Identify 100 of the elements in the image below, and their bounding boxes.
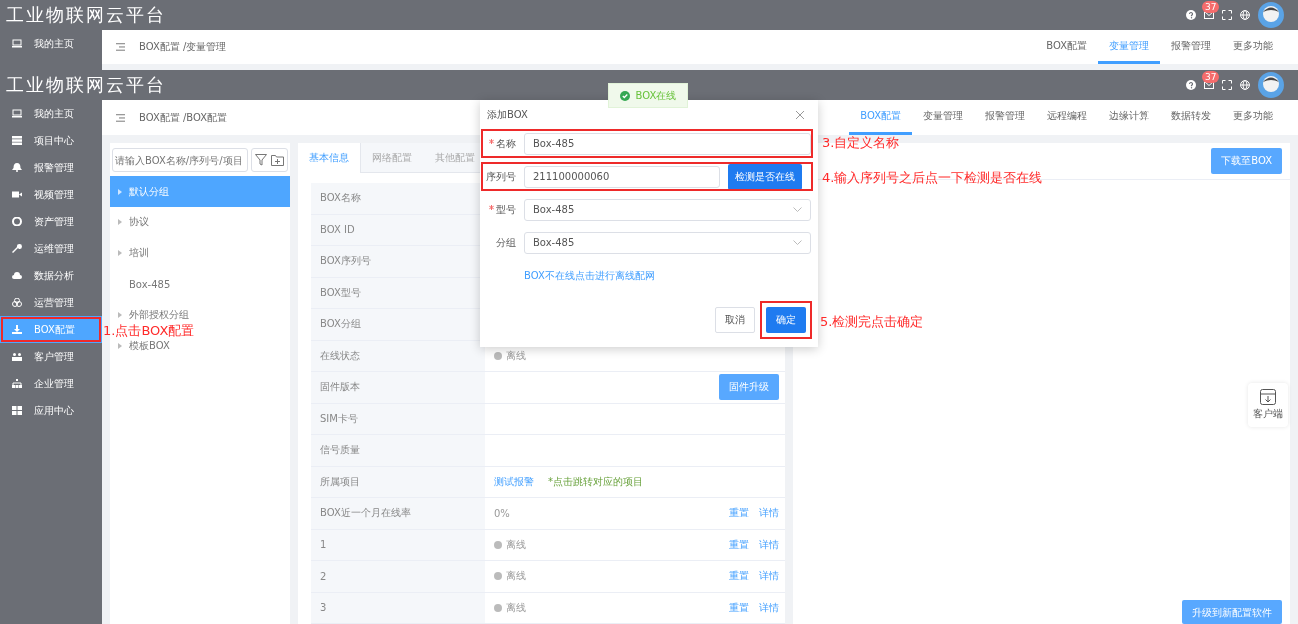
action-link[interactable]: 重置 bbox=[729, 506, 749, 521]
sidebar-item[interactable]: 资产管理 bbox=[0, 208, 102, 235]
field-label: 分组 bbox=[496, 235, 516, 250]
sidebar-item[interactable]: 企业管理 bbox=[0, 370, 102, 397]
nav-tab[interactable]: BOX配置 bbox=[849, 100, 912, 135]
laptop-icon bbox=[12, 109, 22, 118]
help-icon[interactable] bbox=[1186, 10, 1196, 20]
grid-icon bbox=[12, 406, 22, 415]
card-tab[interactable]: 基本信息 bbox=[298, 143, 361, 173]
row-label: SIM卡号 bbox=[311, 403, 485, 434]
help-icon[interactable] bbox=[1186, 80, 1196, 90]
select-field[interactable]: Box-485 bbox=[524, 231, 811, 254]
row-label: 在线状态 bbox=[311, 340, 485, 371]
tree-item[interactable]: 模板BOX bbox=[110, 339, 170, 353]
status-dot-icon bbox=[494, 351, 502, 360]
success-toast: BOX在线 bbox=[608, 83, 688, 108]
filter-icon[interactable] bbox=[255, 154, 267, 166]
action-link[interactable]: 详情 bbox=[759, 537, 779, 552]
offline-config-link[interactable]: BOX不在线点击进行离线配网 bbox=[524, 269, 812, 283]
serial-field[interactable]: 211100000060 bbox=[524, 165, 720, 188]
nav-tab[interactable]: 远程编程 bbox=[1036, 100, 1098, 135]
mail-icon[interactable] bbox=[1204, 11, 1214, 19]
menu-icon[interactable] bbox=[116, 113, 125, 122]
globe-icon[interactable] bbox=[1240, 80, 1250, 90]
laptop-icon bbox=[12, 39, 22, 48]
sidebar-item[interactable]: 我的主页 bbox=[0, 30, 102, 57]
close-icon[interactable] bbox=[796, 111, 804, 119]
row-label: 3 bbox=[311, 592, 485, 623]
annotation-text: 4.输入序列号之后点一下检测是否在线 bbox=[822, 169, 1043, 187]
sidebar-item[interactable]: 项目中心 bbox=[0, 127, 102, 154]
sidebar-item[interactable]: 客户管理 bbox=[0, 343, 102, 370]
sidebar-item[interactable]: 报警管理 bbox=[0, 154, 102, 181]
hierarchy-icon bbox=[12, 379, 22, 388]
avatar-icon[interactable] bbox=[1258, 2, 1284, 28]
name-field[interactable]: Box-485 bbox=[524, 132, 811, 155]
nav-tab[interactable]: 更多功能 bbox=[1222, 30, 1284, 64]
nav-tab[interactable]: 报警管理 bbox=[974, 100, 1036, 135]
breadcrumb: BOX配置 /变量管理 bbox=[139, 40, 227, 54]
action-link[interactable]: 详情 bbox=[759, 600, 779, 615]
row-label: 固件版本 bbox=[311, 372, 485, 403]
avatar-icon[interactable] bbox=[1258, 72, 1284, 98]
notification-badge: 37 bbox=[1202, 1, 1220, 13]
row-label: 1 bbox=[311, 529, 485, 560]
cloud-icon bbox=[12, 271, 22, 280]
tree-item[interactable]: Box-485 bbox=[110, 277, 171, 291]
row-label: 所属项目 bbox=[311, 466, 485, 497]
confirm-button[interactable]: 确定 bbox=[766, 307, 806, 333]
app-title: 工业物联网云平台 bbox=[6, 73, 166, 97]
field-label: 名称 bbox=[496, 136, 516, 151]
chevron-down-icon bbox=[793, 207, 802, 212]
nav-tab[interactable]: 报警管理 bbox=[1160, 30, 1222, 64]
check-circle-icon bbox=[619, 90, 630, 101]
fullscreen-icon[interactable] bbox=[1222, 10, 1232, 20]
sidebar-item[interactable]: 视频管理 bbox=[0, 181, 102, 208]
row-label: BOX近一个月在线率 bbox=[311, 498, 485, 529]
download-icon bbox=[12, 325, 22, 334]
status-dot-icon bbox=[494, 540, 502, 549]
nav-tab[interactable]: BOX配置 bbox=[1035, 30, 1098, 64]
action-link[interactable]: 重置 bbox=[729, 600, 749, 615]
select-field[interactable]: Box-485 bbox=[524, 198, 811, 221]
action-link[interactable]: 重置 bbox=[729, 537, 749, 552]
tree-item[interactable]: 协议 bbox=[110, 215, 149, 229]
fullscreen-icon[interactable] bbox=[1222, 80, 1232, 90]
action-link[interactable]: 详情 bbox=[759, 569, 779, 584]
sidebar-item[interactable]: 应用中心 bbox=[0, 397, 102, 424]
nav-tab[interactable]: 边缘计算 bbox=[1098, 100, 1160, 135]
hint-text: *点击跳转对应的项目 bbox=[548, 474, 643, 489]
globe-icon[interactable] bbox=[1240, 10, 1250, 20]
cluster-icon bbox=[12, 298, 22, 307]
annotation-text: 5.检测完点击确定 bbox=[820, 313, 924, 331]
action-link[interactable]: 重置 bbox=[729, 569, 749, 584]
add-folder-icon[interactable] bbox=[271, 154, 284, 166]
status-text: 离线 bbox=[506, 348, 526, 363]
menu-icon[interactable] bbox=[116, 43, 125, 51]
notification-badge: 37 bbox=[1202, 71, 1220, 83]
sidebar-item[interactable]: 运维管理 bbox=[0, 235, 102, 262]
sidebar-item[interactable]: 数据分析 bbox=[0, 262, 102, 289]
nav-tab[interactable]: 更多功能 bbox=[1222, 100, 1284, 135]
annotation-text: 3.自定义名称 bbox=[822, 134, 900, 152]
sidebar-item[interactable]: 运营管理 bbox=[0, 289, 102, 316]
nav-tab[interactable]: 变量管理 bbox=[912, 100, 974, 135]
annotation-text: 1.点击BOX配置 bbox=[103, 322, 195, 340]
action-link[interactable]: 详情 bbox=[759, 506, 779, 521]
video-camera-icon bbox=[12, 190, 22, 199]
field-label: 序列号 bbox=[486, 169, 516, 184]
search-field[interactable]: 请输入BOX名称/序列号/项目 bbox=[112, 148, 248, 172]
nav-tab[interactable]: 变量管理 bbox=[1098, 30, 1160, 64]
breadcrumb: BOX配置 /BOX配置 bbox=[139, 110, 228, 125]
download-box-icon bbox=[1260, 389, 1276, 405]
mail-icon[interactable] bbox=[1204, 81, 1214, 89]
field-label: 型号 bbox=[496, 202, 516, 217]
cancel-button[interactable]: 取消 bbox=[715, 307, 755, 333]
nav-tab[interactable]: 数据转发 bbox=[1160, 100, 1222, 135]
tree-item[interactable]: 培训 bbox=[110, 246, 149, 260]
sidebar-item[interactable]: 我的主页 bbox=[0, 100, 102, 127]
client-widget[interactable]: 客户端 bbox=[1248, 383, 1288, 427]
project-link[interactable]: 测试报警 bbox=[494, 474, 534, 489]
tree-item[interactable]: 外部授权分组 bbox=[110, 308, 189, 322]
check-online-button[interactable]: 检测是否在线 bbox=[728, 163, 802, 190]
dialog-title: 添加BOX bbox=[487, 108, 528, 122]
